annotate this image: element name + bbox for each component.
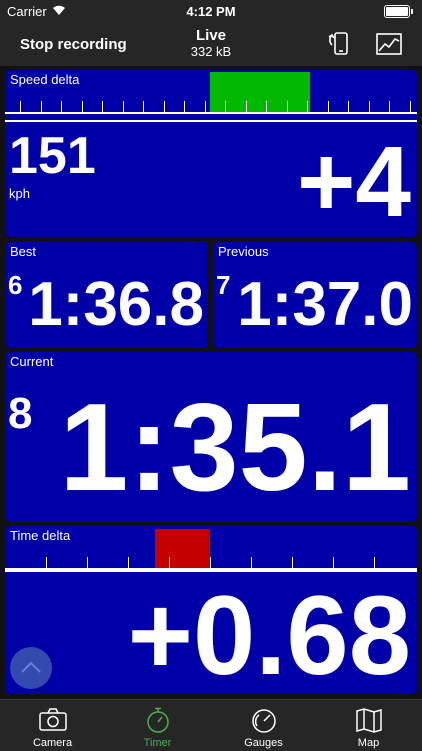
tab-gauges-label: Gauges [244, 737, 283, 749]
best-lap-time: 1:36.8 [28, 270, 204, 339]
time-scale-tick [169, 557, 170, 568]
chevron-up-icon [21, 661, 41, 673]
time-scale-tick [333, 557, 334, 568]
tab-map[interactable]: Map [316, 700, 421, 751]
current-lap-number: 8 [8, 389, 33, 438]
time-scale-tick [292, 557, 293, 568]
chart-icon[interactable] [374, 29, 404, 59]
time-scale-tick [87, 557, 88, 568]
tab-timer[interactable]: Timer [105, 700, 210, 751]
speed-scale-tick [163, 101, 165, 112]
time-scale-tick [374, 557, 375, 568]
tab-bar: Camera Timer Gauges Map [0, 699, 422, 751]
speed-scale-tick [81, 101, 83, 112]
best-lap-panel: Best 6 1:36.8 [5, 242, 208, 348]
speed-scale-tick [122, 101, 124, 112]
speed-scale-tick [20, 101, 21, 112]
previous-lap-number: 7 [216, 270, 231, 300]
time-delta-value: +0.68 [127, 573, 411, 694]
current-lap-panel: Current 8 1:35.1 [5, 352, 417, 522]
header-bar: Stop recording Live 332 kB [0, 22, 422, 66]
time-delta-bar [155, 529, 210, 569]
speed-scale-tick [184, 101, 185, 112]
speed-scale-tick [266, 101, 267, 112]
stopwatch-icon [143, 706, 173, 734]
tab-camera-label: Camera [32, 737, 73, 749]
status-bar: Carrier 4:12 PM [0, 0, 422, 22]
camera-icon [38, 706, 68, 734]
time-scale-tick [128, 557, 129, 568]
current-label: Current [10, 354, 54, 369]
speed-separator [5, 120, 417, 122]
best-label: Best [10, 244, 37, 259]
previous-lap-panel: Previous 7 1:37.0 [213, 242, 417, 348]
speed-delta-label: Speed delta [10, 72, 80, 87]
speed-scale-tick [307, 101, 308, 112]
previous-lap-time: 1:37.0 [237, 270, 413, 339]
rotate-device-icon[interactable] [324, 29, 354, 59]
speed-scale-tick [225, 101, 226, 112]
speed-unit: kph [9, 186, 30, 201]
tab-camera[interactable]: Camera [0, 700, 105, 751]
time-scale-tick [46, 557, 47, 568]
time-scale-tick [210, 557, 211, 568]
speed-scale-tick [40, 101, 42, 112]
speed-scale-tick [61, 101, 62, 112]
previous-label: Previous [218, 244, 269, 259]
status-time: 4:12 PM [186, 4, 236, 19]
speed-scale-tick [389, 101, 390, 112]
tab-map-label: Map [357, 737, 380, 749]
tab-timer-label: Timer [143, 737, 172, 749]
battery-icon [384, 5, 413, 18]
page-title: Live [195, 27, 226, 44]
map-icon [354, 706, 384, 734]
file-size: 332 kB [190, 44, 232, 59]
time-delta-panel: Time delta +0.68 [5, 526, 417, 694]
gauge-icon [249, 706, 279, 734]
speed-delta-value: +4 [296, 126, 411, 237]
speed-value: 151 [9, 127, 96, 185]
speed-scale-tick [368, 101, 370, 112]
scroll-up-button[interactable] [10, 647, 52, 689]
speed-delta-scale [5, 112, 417, 114]
tab-gauges[interactable]: Gauges [211, 700, 316, 751]
speed-scale-tick [348, 101, 349, 112]
speed-delta-panel: Speed delta 151 kph +4 [5, 70, 417, 237]
time-delta-label: Time delta [10, 528, 71, 543]
best-lap-number: 6 [8, 270, 23, 300]
speed-scale-tick [409, 101, 411, 112]
current-lap-time: 1:35.1 [59, 379, 411, 517]
speed-scale-tick [286, 101, 288, 112]
speed-scale-tick [102, 101, 103, 112]
speed-scale-tick [245, 101, 247, 112]
time-scale-tick [251, 557, 252, 568]
speed-scale-tick [204, 101, 206, 112]
speed-scale-tick [143, 101, 144, 112]
speed-scale-tick [327, 101, 329, 112]
time-separator [5, 570, 417, 572]
